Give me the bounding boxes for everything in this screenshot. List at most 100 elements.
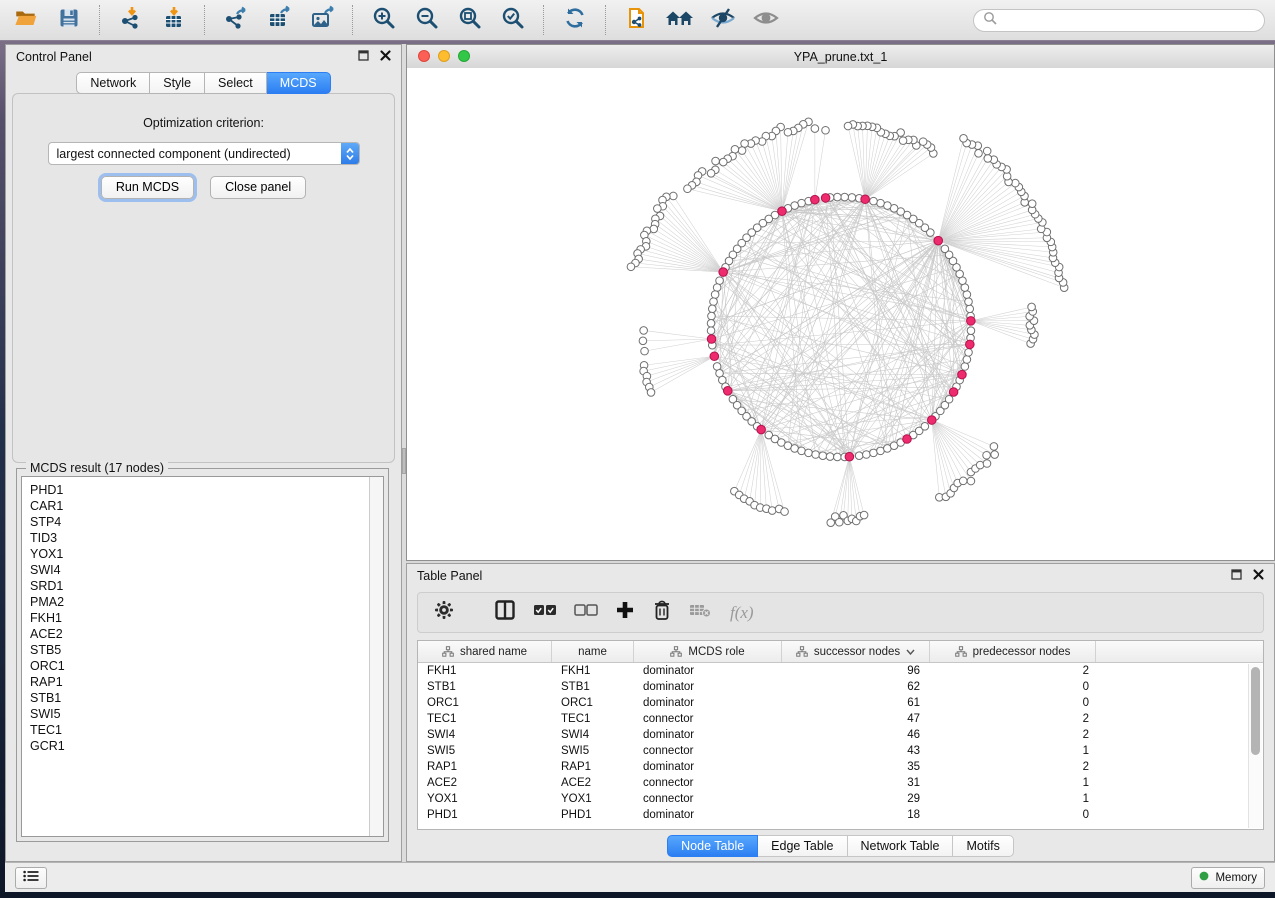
export-image-button[interactable] — [306, 4, 338, 36]
table-cell-name: YOX1 — [552, 793, 634, 805]
mcds-result-item[interactable]: STB5 — [30, 642, 369, 658]
column-header-predecessor-nodes[interactable]: predecessor nodes — [930, 641, 1096, 662]
tab-style[interactable]: Style — [150, 72, 205, 94]
zoom-in-button[interactable] — [368, 4, 400, 36]
float-panel-icon[interactable] — [358, 50, 369, 64]
table-scrollbar[interactable] — [1248, 664, 1262, 828]
export-network-button[interactable] — [220, 4, 252, 36]
window-close-button[interactable] — [418, 50, 430, 62]
search-field[interactable] — [973, 9, 1265, 32]
open-session-button[interactable] — [10, 4, 42, 36]
tab-select[interactable]: Select — [205, 72, 267, 94]
hide-selected-button[interactable] — [707, 4, 739, 36]
function-builder-button[interactable]: f(x) — [730, 600, 754, 626]
mcds-result-item[interactable]: CAR1 — [30, 498, 369, 514]
table-selector-tabs: Node Table Edge Table Network Table Moti… — [407, 835, 1274, 857]
table-row[interactable]: SWI4SWI4dominator462 — [418, 727, 1263, 743]
deselect-all-rows-button[interactable] — [574, 600, 598, 626]
import-network-button[interactable] — [115, 4, 147, 36]
memory-button[interactable]: Memory — [1191, 867, 1265, 889]
table-row[interactable]: ACE2ACE2connector311 — [418, 775, 1263, 791]
table-scrollbar-thumb[interactable] — [1251, 667, 1260, 755]
mcds-result-item[interactable]: PHD1 — [30, 482, 369, 498]
import-table-button[interactable] — [158, 4, 190, 36]
mcds-result-item[interactable]: PMA2 — [30, 594, 369, 610]
table-cell-predecessor-nodes: 0 — [930, 809, 1096, 821]
create-column-button[interactable] — [615, 600, 635, 626]
close-panel-icon[interactable] — [1253, 569, 1264, 583]
column-label: shared name — [460, 646, 527, 658]
table-row[interactable]: ORC1ORC1dominator610 — [418, 695, 1263, 711]
table-cell-successor-nodes: 31 — [782, 777, 930, 789]
show-all-button[interactable] — [750, 4, 782, 36]
zoom-out-button[interactable] — [411, 4, 443, 36]
delete-table-button[interactable] — [689, 600, 713, 626]
mcds-result-item[interactable]: TID3 — [30, 530, 369, 546]
search-input[interactable] — [1003, 12, 1255, 28]
table-panel-title: Table Panel — [417, 569, 482, 583]
table-row[interactable]: STB1STB1dominator620 — [418, 679, 1263, 695]
save-session-button[interactable] — [53, 4, 85, 36]
tab-mcds[interactable]: MCDS — [267, 72, 331, 94]
network-canvas[interactable] — [407, 68, 1274, 560]
mcds-result-item[interactable]: ACE2 — [30, 626, 369, 642]
table-cell-predecessor-nodes: 0 — [930, 681, 1096, 693]
zoom-selected-button[interactable] — [497, 4, 529, 36]
export-table-button[interactable] — [263, 4, 295, 36]
select-all-rows-button[interactable] — [533, 600, 557, 626]
mcds-result-item[interactable]: SWI4 — [30, 562, 369, 578]
mcds-result-item[interactable]: STP4 — [30, 514, 369, 530]
table-row[interactable]: FKH1FKH1dominator962 — [418, 663, 1263, 679]
console-button[interactable] — [15, 867, 47, 889]
table-row[interactable]: PHD1PHD1dominator180 — [418, 807, 1263, 823]
column-header-successor-nodes[interactable]: successor nodes — [782, 641, 930, 662]
table-cell-shared-name: FKH1 — [418, 665, 552, 677]
first-neighbors-button[interactable] — [664, 4, 696, 36]
network-from-selection-button[interactable] — [621, 4, 653, 36]
close-panel-icon[interactable] — [380, 50, 391, 64]
zoom-fit-button[interactable] — [454, 4, 486, 36]
table-panel: Table Panel — [406, 563, 1275, 862]
control-panel-tabs: Network Style Select MCDS — [6, 72, 401, 94]
mcds-result-item[interactable]: SRD1 — [30, 578, 369, 594]
network-graph[interactable] — [407, 68, 1274, 560]
network-window-titlebar: YPA_prune.txt_1 — [407, 45, 1274, 69]
columns-icon — [494, 599, 516, 626]
mcds-list-scrollbar[interactable] — [369, 477, 383, 836]
window-zoom-button[interactable] — [458, 50, 470, 62]
close-panel-button[interactable]: Close panel — [210, 176, 306, 199]
show-columns-button[interactable] — [494, 600, 516, 626]
tab-network-table[interactable]: Network Table — [848, 835, 954, 857]
table-row[interactable]: SWI5SWI5connector431 — [418, 743, 1263, 759]
mcds-result-item[interactable]: YOX1 — [30, 546, 369, 562]
delete-column-button[interactable] — [652, 600, 672, 626]
column-header-shared-name[interactable]: shared name — [418, 641, 552, 662]
status-bar: Memory — [5, 862, 1275, 892]
mcds-result-item[interactable]: TEC1 — [30, 722, 369, 738]
network-window-title: YPA_prune.txt_1 — [794, 50, 888, 64]
table-row[interactable]: YOX1YOX1connector291 — [418, 791, 1263, 807]
table-cell-predecessor-nodes: 1 — [930, 793, 1096, 805]
column-header-mcds-role[interactable]: MCDS role — [634, 641, 782, 662]
table-row[interactable]: RAP1RAP1dominator352 — [418, 759, 1263, 775]
window-minimize-button[interactable] — [438, 50, 450, 62]
column-header-name[interactable]: name — [552, 641, 634, 662]
table-options-button[interactable] — [433, 600, 455, 626]
float-panel-icon[interactable] — [1231, 569, 1242, 583]
tab-network[interactable]: Network — [76, 72, 150, 94]
plus-icon — [615, 600, 635, 625]
mcds-result-item[interactable]: GCR1 — [30, 738, 369, 754]
run-mcds-button[interactable]: Run MCDS — [101, 176, 194, 199]
tab-motifs[interactable]: Motifs — [953, 835, 1013, 857]
table-row[interactable]: TEC1TEC1connector472 — [418, 711, 1263, 727]
tab-edge-table[interactable]: Edge Table — [758, 835, 847, 857]
apply-layout-button[interactable] — [559, 4, 591, 36]
mcds-result-item[interactable]: ORC1 — [30, 658, 369, 674]
mcds-result-item[interactable]: FKH1 — [30, 610, 369, 626]
mcds-result-item[interactable]: STB1 — [30, 690, 369, 706]
toolbar-separator — [352, 5, 354, 35]
mcds-result-item[interactable]: SWI5 — [30, 706, 369, 722]
optimization-criterion-select[interactable]: largest connected component (undirected) — [48, 142, 360, 165]
mcds-result-item[interactable]: RAP1 — [30, 674, 369, 690]
tab-node-table[interactable]: Node Table — [667, 835, 758, 857]
